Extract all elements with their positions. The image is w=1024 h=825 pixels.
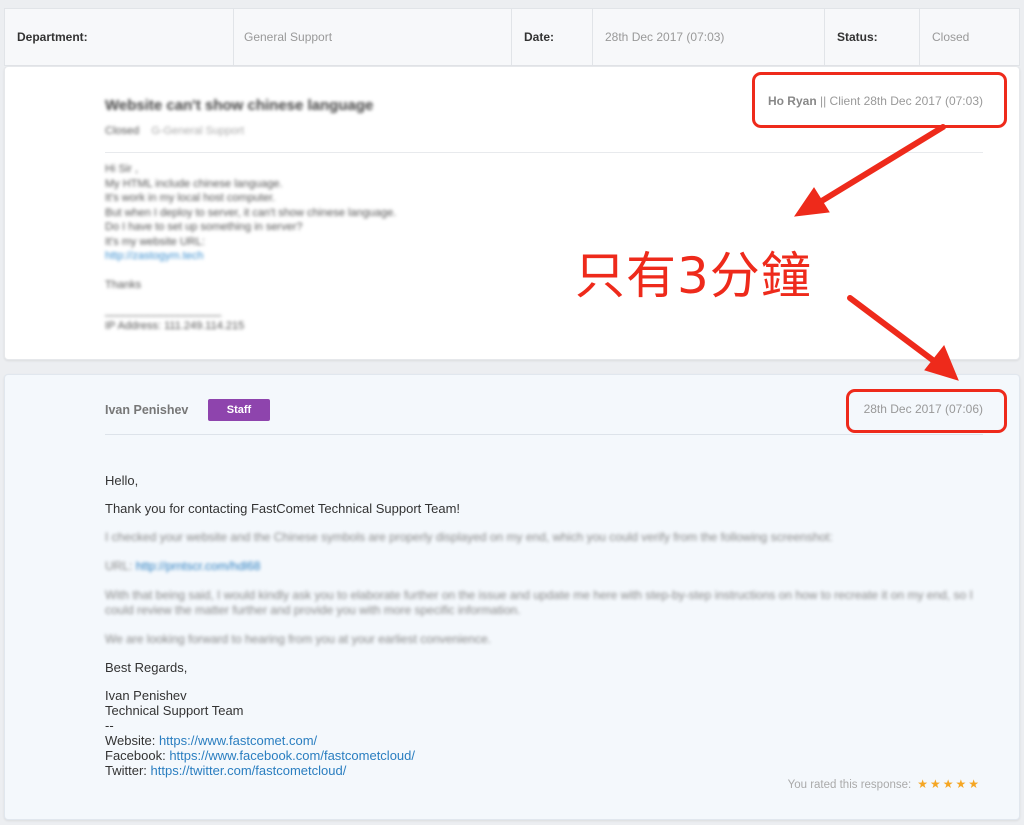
annotation-arrows (793, 124, 959, 381)
arrow-to-staff-time-icon (847, 295, 959, 381)
arrow-to-annotation-icon (793, 124, 946, 217)
